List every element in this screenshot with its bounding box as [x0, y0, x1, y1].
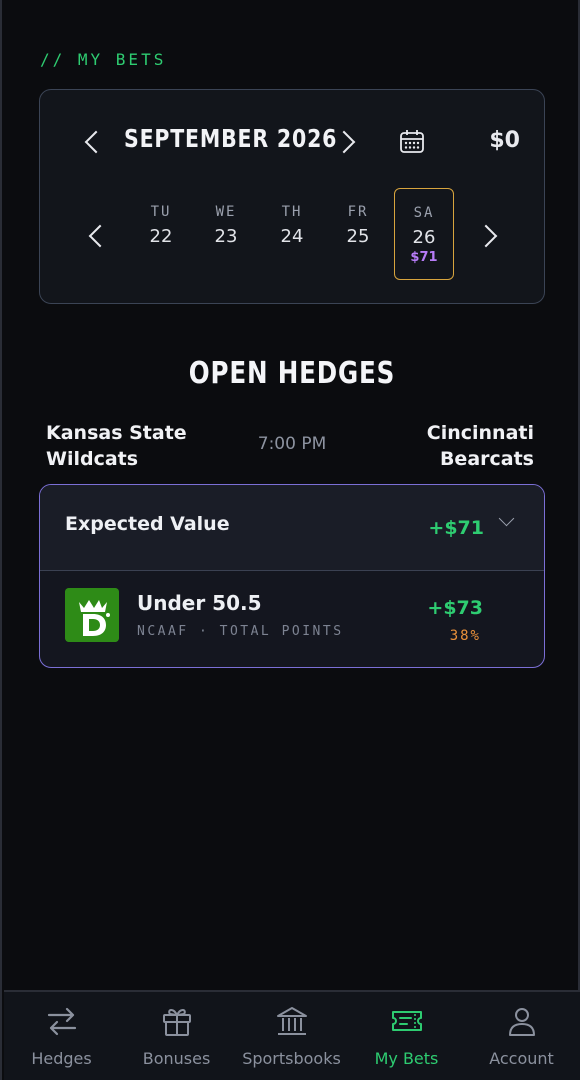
- day-number: 25: [346, 226, 370, 247]
- nav-label: My Bets: [374, 1049, 439, 1068]
- user-icon: [509, 1008, 535, 1036]
- day-of-week: TU: [150, 204, 172, 220]
- bet-name: Under 50.5: [137, 591, 262, 615]
- day-fr-25[interactable]: FR 25: [328, 188, 388, 280]
- day-sa-26-selected[interactable]: SA 26 $71: [394, 188, 454, 280]
- day-of-week: SA: [413, 205, 435, 221]
- nav-account[interactable]: Account: [464, 992, 579, 1080]
- bottom-nav: Hedges Bonuses Sportsbooks My Bets Accou…: [4, 990, 580, 1080]
- next-week-button[interactable]: [474, 222, 502, 250]
- expected-value-amount: +$71: [428, 517, 484, 539]
- day-we-23[interactable]: WE 23: [196, 188, 256, 280]
- chevron-left-icon: [88, 224, 112, 248]
- nav-hedges[interactable]: Hedges: [4, 992, 119, 1080]
- ticket-icon: [392, 1011, 422, 1031]
- nav-sportsbooks[interactable]: Sportsbooks: [234, 992, 349, 1080]
- swap-arrows-icon: [47, 1007, 77, 1036]
- hedge-card: Expected Value +$71 Under 50.5 NCAAF · T…: [39, 484, 545, 668]
- draftkings-logo-icon: [65, 588, 119, 642]
- day-number: 24: [280, 226, 304, 247]
- nav-bonuses[interactable]: Bonuses: [119, 992, 234, 1080]
- next-month-button[interactable]: [332, 128, 360, 156]
- gift-icon: [163, 1009, 191, 1036]
- bet-value: +$73: [427, 597, 483, 619]
- day-of-week: TH: [281, 204, 303, 220]
- bet-percent: 38%: [449, 628, 481, 644]
- month-row: SEPTEMBER 2026 $0: [40, 118, 544, 166]
- chevron-right-icon: [474, 224, 498, 248]
- section-label: // MY BETS: [40, 50, 167, 69]
- bet-meta: NCAAF · TOTAL POINTS: [137, 624, 344, 639]
- prev-week-button[interactable]: [84, 222, 112, 250]
- day-amount: $71: [410, 250, 438, 265]
- expected-value-row[interactable]: Expected Value +$71: [40, 485, 544, 571]
- nav-label: Sportsbooks: [242, 1049, 341, 1068]
- nav-my-bets[interactable]: My Bets: [349, 992, 464, 1080]
- expected-value-label: Expected Value: [65, 513, 230, 535]
- day-of-week: FR: [347, 204, 369, 220]
- chevron-down-icon[interactable]: [498, 510, 515, 527]
- balance-amount: $0: [489, 128, 520, 153]
- chevron-left-icon: [84, 130, 108, 154]
- prev-month-button[interactable]: [80, 128, 108, 156]
- day-of-week: WE: [215, 204, 237, 220]
- open-hedges-title: OPEN HEDGES: [188, 356, 396, 391]
- day-number: 22: [149, 226, 173, 247]
- nav-label: Account: [489, 1049, 554, 1068]
- app-screen: // MY BETS SEPTEMBER 2026 $0 TU 22 WE 23…: [0, 0, 580, 1080]
- team-right: Cincinnati Bearcats: [426, 422, 534, 470]
- calendar-card: SEPTEMBER 2026 $0 TU 22 WE 23 TH 24 FR 2…: [39, 89, 545, 304]
- nav-label: Hedges: [31, 1049, 92, 1068]
- day-number: 23: [214, 226, 238, 247]
- day-tu-22[interactable]: TU 22: [131, 188, 191, 280]
- chevron-right-icon: [332, 130, 356, 154]
- nav-label: Bonuses: [142, 1049, 211, 1068]
- day-th-24[interactable]: TH 24: [262, 188, 322, 280]
- month-title: SEPTEMBER 2026: [124, 124, 338, 153]
- bet-row[interactable]: Under 50.5 NCAAF · TOTAL POINTS +$73 38%: [40, 571, 544, 667]
- calendar-icon[interactable]: [398, 128, 426, 156]
- bank-icon: [277, 1007, 307, 1035]
- day-number: 26: [412, 227, 436, 248]
